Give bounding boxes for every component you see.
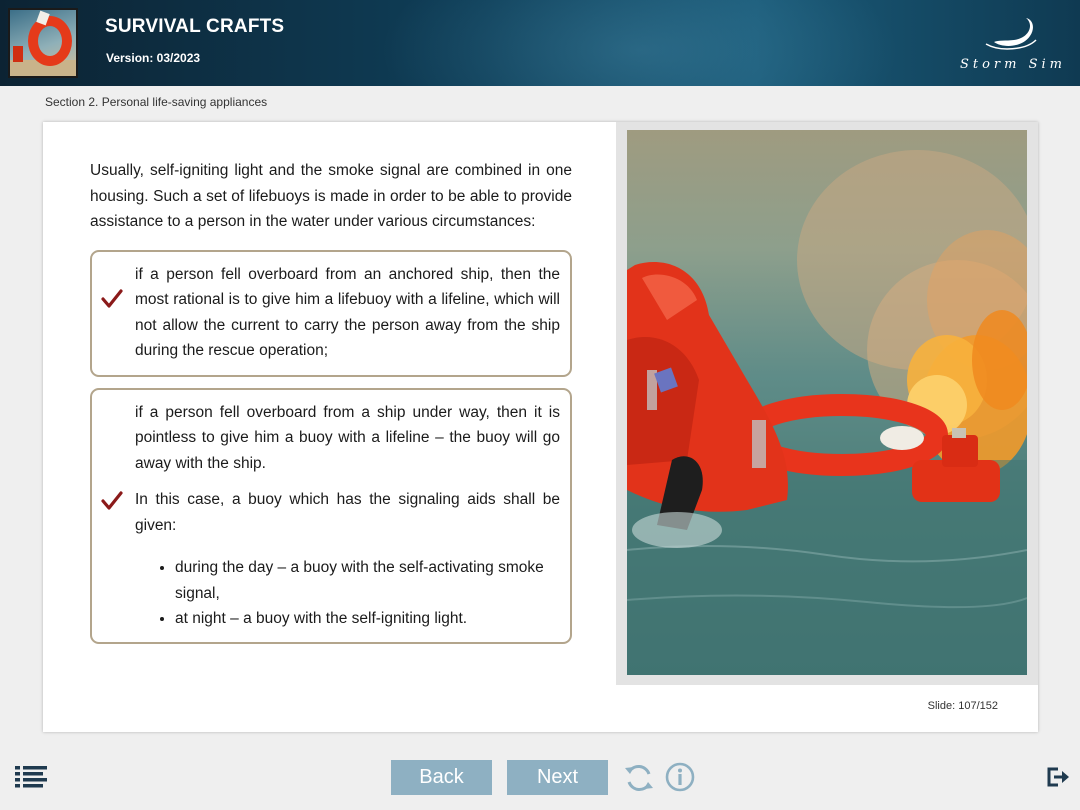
signal-list: during the day – a buoy with the self-ac… <box>135 555 560 632</box>
lifebuoy-thumbnail <box>8 8 78 78</box>
point-box-anchored: if a person fell overboard from an ancho… <box>90 249 572 377</box>
text-column: Usually, self-igniting light and the smo… <box>90 158 572 644</box>
breadcrumb: Section 2. Personal life-saving applianc… <box>45 95 268 109</box>
slide-counter: Slide: 107/152 <box>927 700 998 712</box>
photo-frame <box>616 122 1038 685</box>
logo-swoosh-icon <box>985 18 1037 50</box>
point-text: In this case, a buoy which has the signa… <box>135 491 560 534</box>
exit-icon[interactable] <box>1046 766 1070 788</box>
menu-list-icon[interactable] <box>15 766 47 788</box>
header-bar: SURVIVAL CRAFTS Version: 03/2023 Storm S… <box>0 0 1080 86</box>
point-text: if a person fell overboard from a ship u… <box>135 403 560 472</box>
list-item: at night – a buoy with the self-igniting… <box>175 606 560 632</box>
next-button[interactable]: Next <box>507 760 608 795</box>
slide-card: Usually, self-igniting light and the smo… <box>43 122 1038 732</box>
list-item: during the day – a buoy with the self-ac… <box>175 555 560 606</box>
course-title: SURVIVAL CRAFTS <box>105 16 285 37</box>
logo-text: Storm Sim <box>959 57 1066 72</box>
point-text: if a person fell overboard from an ancho… <box>135 265 560 360</box>
info-icon[interactable] <box>665 762 695 792</box>
course-version: Version: 03/2023 <box>106 51 201 65</box>
back-button[interactable]: Back <box>391 760 492 795</box>
point-box-under-way: if a person fell overboard from a ship u… <box>90 387 572 644</box>
intro-paragraph: Usually, self-igniting light and the smo… <box>90 162 572 230</box>
person-in-water-with-smoke-signal-photo <box>627 130 1027 675</box>
check-icon <box>101 288 123 308</box>
storm-sim-logo: Storm Sim <box>956 14 1066 74</box>
reload-icon[interactable] <box>623 762 655 794</box>
check-icon <box>101 490 123 510</box>
